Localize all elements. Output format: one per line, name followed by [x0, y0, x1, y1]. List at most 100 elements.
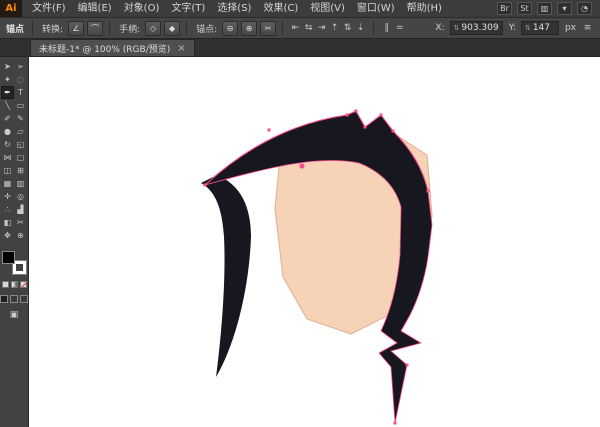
menu-item[interactable]: 选择(S) [211, 0, 257, 17]
slice-tool[interactable]: ✂ [14, 216, 27, 229]
hair-left-strand[interactable] [201, 175, 251, 377]
hand-tool[interactable]: ✥ [1, 229, 14, 242]
color-type-row [1, 281, 27, 288]
canvas[interactable] [29, 57, 600, 427]
symbol-sprayer-tool[interactable]: ∴ [1, 203, 14, 216]
anchor-point[interactable] [379, 113, 383, 117]
menu-item[interactable]: 窗口(W) [351, 0, 401, 17]
distribute-v-icon[interactable]: = [393, 22, 406, 35]
y-coordinate-value: 147 [532, 23, 551, 33]
line-tool[interactable]: ╲ [1, 99, 14, 112]
distribute-h-icon[interactable]: ∥ [380, 22, 393, 35]
free-transform-tool[interactable]: ▢ [14, 151, 27, 164]
separator [186, 21, 188, 35]
tool-bar: ➤ ➢ ✦ ◌ ✒ T ╲ ▭ ✐ ✎ ● ▱ ↻ ◱ ⋈ ▢ ◫ ⊞ ▦ ▥ ✛ ◎ ∴ ▟ ◧ ✂ ✥ ⊕ ▣ [0, 57, 29, 427]
y-coordinate-input[interactable]: ⇅ 147 [520, 21, 559, 35]
paintbrush-tool[interactable]: ✐ [1, 112, 14, 125]
document-tab[interactable]: 未标题-1* @ 100% (RGB/预览) × [30, 39, 195, 56]
close-icon[interactable]: × [177, 43, 185, 54]
align-v-center-icon[interactable]: ⇅ [341, 22, 354, 35]
menu-item[interactable]: 视图(V) [304, 0, 351, 17]
pen-tool[interactable]: ✒ [1, 86, 14, 99]
workspace-layout-icon[interactable]: ▥ [537, 2, 552, 15]
none-icon[interactable] [19, 281, 27, 288]
cut-path-button[interactable]: ✂ [260, 20, 277, 36]
draw-inside-icon[interactable] [20, 295, 28, 303]
anchor-point[interactable] [393, 421, 397, 425]
menu-item[interactable]: 对象(O) [118, 0, 166, 17]
align-top-icon[interactable]: ⇡ [328, 22, 341, 35]
convert-to-smooth-button[interactable]: ⌒ [87, 20, 104, 36]
distribute-icons: ∥ = [380, 22, 406, 35]
zoom-tool[interactable]: ⊕ [14, 229, 27, 242]
selected-anchor-point[interactable] [299, 163, 305, 169]
draw-normal-icon[interactable] [0, 295, 8, 303]
anchor-point[interactable] [354, 109, 358, 113]
control-groups: 转换: ∠ ⌒ 手柄: ◇ ◆ 锚点: ⊖ ⊕ ✂ [39, 20, 277, 36]
separator [32, 21, 34, 35]
chevron-down-icon[interactable]: ▾ [557, 2, 572, 15]
x-coordinate-value: 903.309 [461, 23, 499, 33]
direct-selection-tool[interactable]: ➢ [14, 60, 27, 73]
draw-behind-icon[interactable] [10, 295, 18, 303]
align-bottom-icon[interactable]: ⇣ [354, 22, 367, 35]
align-left-icon[interactable]: ⇤ [289, 22, 302, 35]
mesh-tool[interactable]: ▦ [1, 177, 14, 190]
color-icon[interactable] [1, 281, 9, 288]
align-h-center-icon[interactable]: ⇆ [302, 22, 315, 35]
fill-swatch[interactable] [2, 251, 15, 264]
anchor-point[interactable] [345, 113, 349, 117]
menu-item[interactable]: 文件(F) [26, 0, 72, 17]
blob-brush-tool[interactable]: ● [1, 125, 14, 138]
anchor-point[interactable] [267, 128, 271, 132]
unit-label: px [564, 23, 576, 33]
menu-bar-right: Br St ▥ ▾ ◔ [497, 2, 600, 15]
gradient-icon[interactable] [10, 281, 18, 288]
convert-to-corner-button[interactable]: ∠ [68, 20, 85, 36]
x-coordinate-input[interactable]: ⇅ 903.309 [449, 21, 503, 35]
panel-menu-icon[interactable]: ≡ [581, 22, 594, 35]
anchor-point[interactable] [405, 363, 409, 367]
styles-panel-icon[interactable]: St [517, 2, 532, 15]
selection-tool[interactable]: ➤ [1, 60, 14, 73]
eyedropper-tool[interactable]: ✛ [1, 190, 14, 203]
add-anchor-button[interactable]: ⊕ [241, 20, 258, 36]
anchor-point[interactable] [426, 189, 430, 193]
screen-mode-icon[interactable]: ▣ [10, 310, 19, 320]
anchor-point[interactable] [391, 129, 395, 133]
align-right-icon[interactable]: ⇥ [315, 22, 328, 35]
show-handles-button[interactable]: ◇ [145, 20, 162, 36]
shape-builder-tool[interactable]: ◫ [1, 164, 14, 177]
rotate-tool[interactable]: ↻ [1, 138, 14, 151]
artwork-svg [201, 109, 433, 425]
gradient-tool[interactable]: ▥ [14, 177, 27, 190]
anchor-point[interactable] [363, 125, 367, 129]
cs-live-icon[interactable]: ◔ [577, 2, 592, 15]
menu-item[interactable]: 文字(T) [165, 0, 211, 17]
lasso-tool[interactable]: ◌ [14, 73, 27, 86]
fill-stroke-swatches [2, 251, 27, 275]
tool-grid: ➤ ➢ ✦ ◌ ✒ T ╲ ▭ ✐ ✎ ● ▱ ↻ ◱ ⋈ ▢ ◫ ⊞ ▦ ▥ ✛ ◎ ∴ ▟ ◧ ✂ ✥ ⊕ [1, 60, 27, 242]
menu-item[interactable]: 帮助(H) [401, 0, 448, 17]
width-tool[interactable]: ⋈ [1, 151, 14, 164]
menu-item[interactable]: 编辑(E) [72, 0, 118, 17]
type-tool[interactable]: T [14, 86, 27, 99]
column-graph-tool[interactable]: ▟ [14, 203, 27, 216]
magic-wand-tool[interactable]: ✦ [1, 73, 14, 86]
stepper-icon[interactable]: ⇅ [454, 24, 460, 32]
anchor-point[interactable] [203, 183, 207, 187]
stepper-icon[interactable]: ⇅ [525, 24, 531, 32]
perspective-grid-tool[interactable]: ⊞ [14, 164, 27, 177]
hide-handles-button[interactable]: ◆ [164, 20, 181, 36]
artboard-tool[interactable]: ◧ [1, 216, 14, 229]
menu-item[interactable]: 效果(C) [257, 0, 304, 17]
pencil-tool[interactable]: ✎ [14, 112, 27, 125]
brushes-panel-icon[interactable]: Br [497, 2, 512, 15]
remove-anchor-button[interactable]: ⊖ [222, 20, 239, 36]
illustrator-window: Ai 文件(F) 编辑(E) 对象(O) 文字(T) 选择(S) 效果(C) 视图(V) 窗口… [0, 0, 600, 427]
eraser-tool[interactable]: ▱ [14, 125, 27, 138]
menu-bar: Ai 文件(F) 编辑(E) 对象(O) 文字(T) 选择(S) 效果(C) 视图(V) 窗口… [0, 0, 600, 18]
blend-tool[interactable]: ◎ [14, 190, 27, 203]
scale-tool[interactable]: ◱ [14, 138, 27, 151]
rectangle-tool[interactable]: ▭ [14, 99, 27, 112]
